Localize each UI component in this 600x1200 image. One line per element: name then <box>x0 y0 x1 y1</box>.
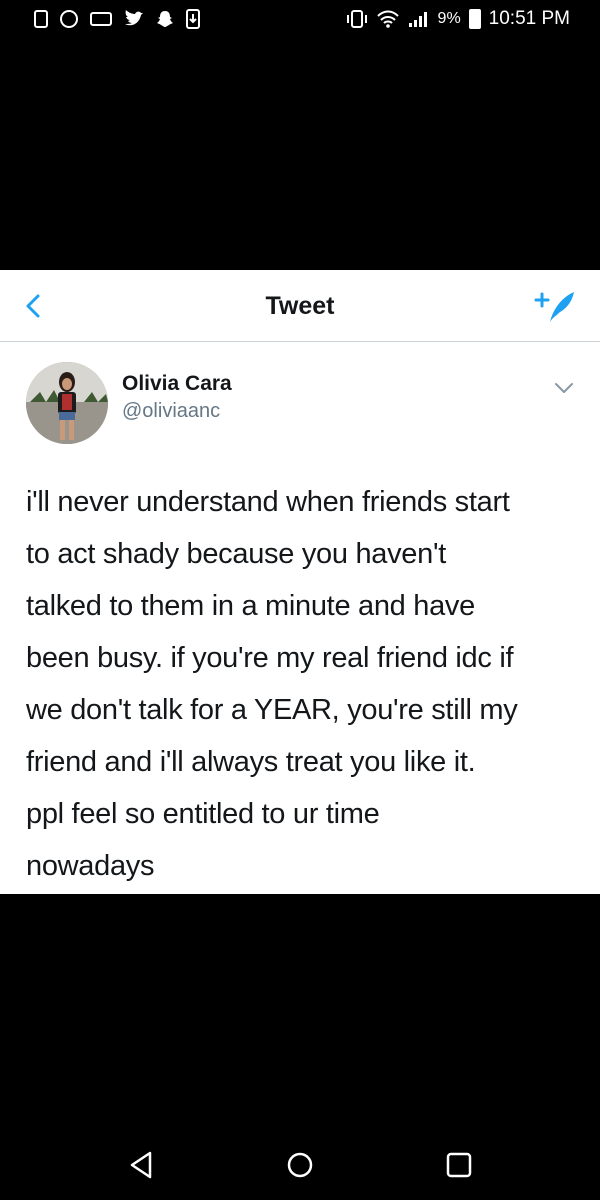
instagram-icon <box>60 10 78 28</box>
status-system-icons: 9% 10:51 PM <box>346 8 570 30</box>
tweet-text-line: we don't talk for a YEAR, you're still m… <box>26 694 518 726</box>
compose-tweet-button[interactable] <box>534 288 578 324</box>
back-triangle-icon <box>130 1151 152 1179</box>
nav-home-button[interactable] <box>283 1148 317 1182</box>
tweet-text: i'll never understand when friends start… <box>26 476 582 892</box>
author-handle[interactable]: @oliviaanc <box>122 400 220 423</box>
clock: 10:51 PM <box>488 8 570 29</box>
snapchat-icon <box>157 11 173 27</box>
author-name[interactable]: Olivia Cara <box>122 372 232 396</box>
tweet-text-line: talked to them in a minute and have <box>26 590 475 622</box>
avatar-photo <box>26 362 108 444</box>
tweet-card: Tweet Olivia Cara @oliviaanc i'll never … <box>0 270 600 894</box>
page-title: Tweet <box>265 292 335 320</box>
battery-percent: 9% <box>437 10 461 27</box>
battery-icon <box>468 9 481 29</box>
download-icon <box>186 9 200 29</box>
avatar[interactable] <box>26 362 108 444</box>
system-navigation-bar <box>0 1130 600 1200</box>
tweet-options-button[interactable] <box>552 376 576 400</box>
tweet-text-line: been busy. if you're my real friend idc … <box>26 642 514 674</box>
tweet-author-row: Olivia Cara @oliviaanc <box>26 362 576 446</box>
tweet-header-bar: Tweet <box>0 270 600 342</box>
twitter-icon <box>125 10 143 26</box>
wifi-icon <box>376 10 399 28</box>
nav-back-button[interactable] <box>124 1148 158 1182</box>
signal-icon <box>408 12 427 27</box>
nav-recents-button[interactable] <box>442 1148 476 1182</box>
tweet-text-line: friend and i'll always treat you like it… <box>26 746 476 778</box>
chevron-down-icon <box>555 383 573 393</box>
notification-icon <box>34 10 48 28</box>
tweet-text-line: i'll never understand when friends start <box>26 486 510 518</box>
recents-square-icon <box>446 1152 472 1178</box>
tweet-text-line: nowadays <box>26 850 155 882</box>
status-notification-icons <box>34 9 200 29</box>
vibrate-icon <box>346 10 367 28</box>
tweet-text-line: ppl feel so entitled to ur time <box>26 798 380 830</box>
status-bar: 9% 10:51 PM <box>0 0 600 40</box>
home-circle-icon <box>287 1152 313 1178</box>
voicemail-icon <box>90 12 112 26</box>
compose-tweet-icon <box>534 292 574 322</box>
phone-screen: 9% 10:51 PM Tweet Olivia Cara @oliviaanc… <box>0 0 600 1200</box>
tweet-text-line: to act shady because you haven't <box>26 538 446 570</box>
